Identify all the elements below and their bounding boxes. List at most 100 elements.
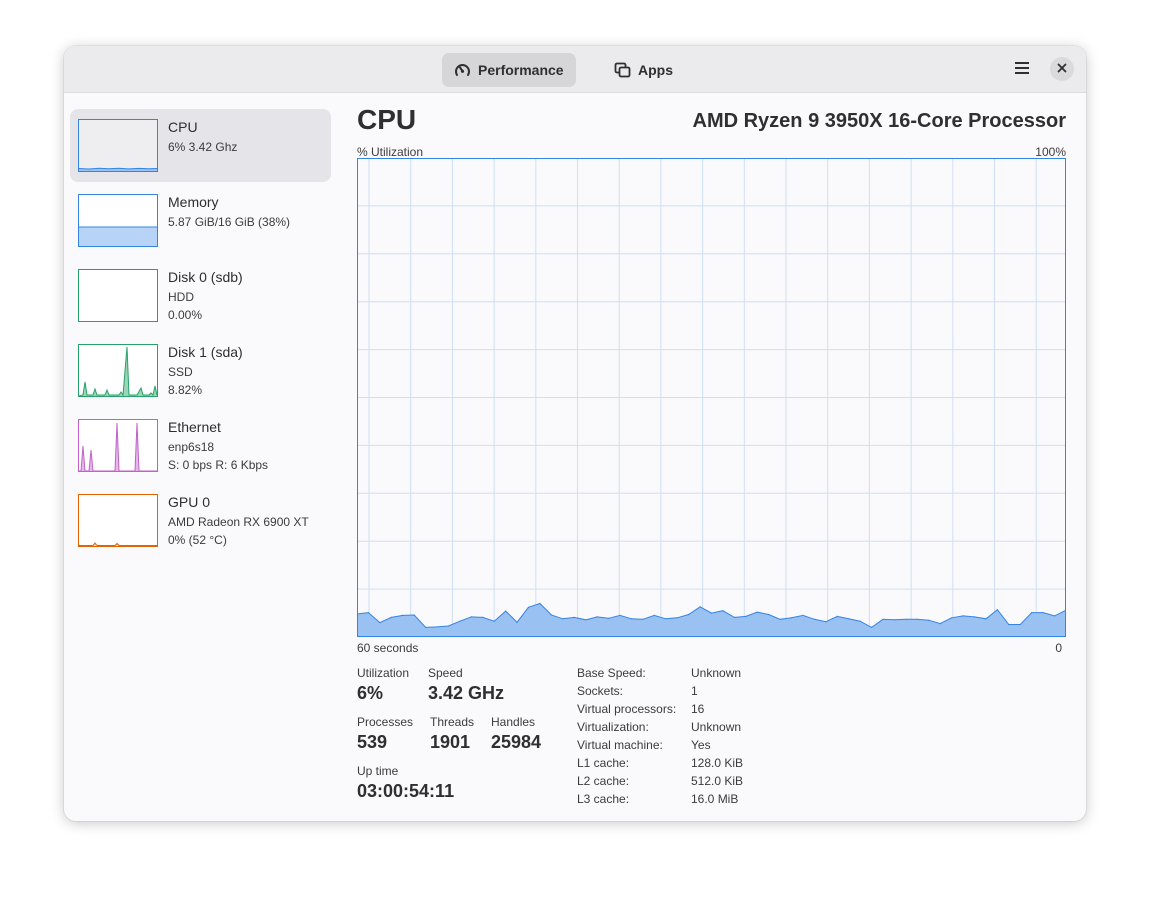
cpu-usage-point	[733, 616, 735, 618]
threads-value: 1901	[430, 732, 471, 752]
cpu-usage-point	[665, 618, 667, 620]
cpu-usage-point	[779, 618, 781, 620]
sidebar-item-disk-0-title: Disk 0 (sdb)	[168, 269, 243, 285]
spec-key: Base Speed:	[577, 666, 646, 680]
spec-row-l3-cache: L3 cache: 16.0 MiB	[577, 792, 877, 810]
cpu-usage-point	[550, 614, 552, 616]
tab-apps-label: Apps	[638, 62, 673, 78]
handles-value: 25984	[491, 732, 542, 752]
uptime-value: 03:00:54:11	[357, 781, 455, 801]
processes-label: Processes	[357, 715, 414, 729]
cpu-usage-point	[825, 621, 827, 623]
cpu-usage-point	[871, 626, 873, 628]
cpu-usage-point	[722, 610, 724, 612]
cpu-usage-point	[630, 618, 633, 620]
sidebar-item-gpu-0[interactable]: GPU 0 AMD Radeon RX 6900 XT 0% (52 °C)	[70, 484, 331, 557]
cpu-usage-point	[596, 616, 598, 618]
sidebar-item-cpu[interactable]: CPU 6% 3.42 Ghz	[70, 109, 331, 182]
cpu-usage-point	[459, 620, 461, 622]
spec-value: 128.0 KiB	[691, 756, 744, 770]
disk-1-thumbnail-graph	[78, 344, 158, 397]
cpu-usage-point	[1019, 623, 1021, 626]
cpu-usage-point	[939, 623, 941, 625]
speed-label: Speed	[428, 666, 463, 680]
disk-0-thumbnail-graph	[78, 269, 158, 322]
spec-key: Virtual processors:	[577, 702, 677, 716]
spec-value: Unknown	[691, 666, 742, 680]
cpu-usage-point	[859, 620, 861, 622]
close-icon	[1057, 60, 1067, 78]
spec-key: Sockets:	[577, 684, 624, 698]
sidebar-item-cpu-detail: 6% 3.42 Ghz	[168, 140, 238, 154]
spec-key: L2 cache:	[577, 774, 630, 788]
spec-value: 16	[691, 702, 705, 716]
cpu-usage-point	[482, 616, 484, 618]
handles-label: Handles	[491, 715, 536, 729]
cpu-usage-point	[573, 616, 575, 618]
spec-value: 16.0 MiB	[691, 792, 739, 806]
spec-value: 1	[691, 684, 698, 698]
cpu-usage-point	[756, 611, 758, 613]
cpu-usage-point	[1008, 623, 1010, 626]
cpu-usage-point	[768, 613, 770, 616]
cpu-usage-point	[390, 616, 392, 618]
ethernet-thumbnail-graph	[78, 419, 158, 472]
spec-value: Unknown	[691, 720, 742, 734]
spec-key: Virtualization:	[577, 720, 649, 734]
sidebar-item-cpu-title: CPU	[168, 119, 198, 135]
cpu-usage-point	[962, 615, 964, 617]
cpu-usage-point	[905, 618, 907, 620]
cpu-usage-point	[642, 618, 644, 620]
cpu-usage-point	[413, 614, 415, 616]
sidebar-item-ethernet-title: Ethernet	[168, 419, 221, 435]
system-monitor-window: Performance Apps CPU 6% 3.42 Ghz Memory …	[64, 46, 1086, 821]
main-menu-button[interactable]	[1010, 58, 1034, 82]
cpu-usage-point	[1054, 615, 1056, 617]
spec-value: 512.0 KiB	[691, 774, 744, 788]
sidebar-item-disk-1-usage: 8.82%	[168, 383, 203, 397]
cpu-usage-point	[402, 614, 404, 616]
graph-y-max-label: 100%	[1035, 145, 1066, 159]
windows-icon	[614, 62, 631, 78]
tab-apps[interactable]: Apps	[602, 53, 685, 87]
cpu-model-name: AMD Ryzen 9 3950X 16-Core Processor	[692, 110, 1067, 132]
sidebar-item-disk-0[interactable]: Disk 0 (sdb) HDD 0.00%	[70, 259, 331, 332]
sidebar-item-ethernet[interactable]: Ethernet enp6s18 S: 0 bps R: 6 Kbps	[70, 409, 331, 482]
speed-value: 3.42 GHz	[428, 683, 505, 703]
cpu-usage-point	[882, 618, 884, 620]
cpu-usage-point	[893, 619, 896, 621]
cpu-usage-point	[699, 606, 701, 608]
tab-performance[interactable]: Performance	[442, 53, 576, 87]
spec-row-base-speed: Base Speed: Unknown	[577, 666, 877, 684]
processes-value: 539	[357, 732, 388, 752]
graph-y-axis-label: % Utilization	[357, 145, 424, 159]
spec-key: L3 cache:	[577, 792, 630, 806]
cpu-usage-point	[470, 616, 472, 618]
cpu-usage-point	[745, 615, 747, 617]
spec-key: L1 cache:	[577, 756, 630, 770]
sidebar-item-disk-1-type: SSD	[168, 365, 193, 379]
sidebar-item-ethernet-interface: enp6s18	[168, 440, 215, 454]
sidebar-item-memory[interactable]: Memory 5.87 GiB/16 GiB (38%)	[70, 184, 331, 257]
cpu-usage-point	[527, 606, 530, 608]
cpu-usage-point	[585, 619, 587, 621]
cpu-usage-point	[836, 615, 838, 617]
gauge-icon	[454, 62, 471, 78]
spec-row-virtualization: Virtualization: Unknown	[577, 720, 877, 738]
sidebar-item-disk-1[interactable]: Disk 1 (sda) SSD 8.82%	[70, 334, 331, 407]
cpu-usage-point	[1042, 612, 1044, 614]
cpu-usage-point	[447, 625, 450, 627]
spec-key: Virtual machine:	[577, 738, 663, 752]
graph-x-left-label: 60 seconds	[357, 641, 419, 655]
sidebar-item-disk-0-type: HDD	[168, 290, 194, 304]
utilization-value: 6%	[357, 683, 384, 703]
close-button[interactable]	[1050, 57, 1074, 81]
cpu-usage-point	[951, 617, 953, 619]
graph-x-right-label: 0	[1055, 641, 1062, 655]
tab-performance-label: Performance	[478, 62, 564, 78]
spec-row-l2-cache: L2 cache: 512.0 KiB	[577, 774, 877, 792]
cpu-usage-point	[608, 617, 610, 619]
cpu-usage-point	[493, 620, 495, 622]
cpu-usage-point	[985, 618, 987, 620]
utilization-label: Utilization	[357, 666, 410, 680]
